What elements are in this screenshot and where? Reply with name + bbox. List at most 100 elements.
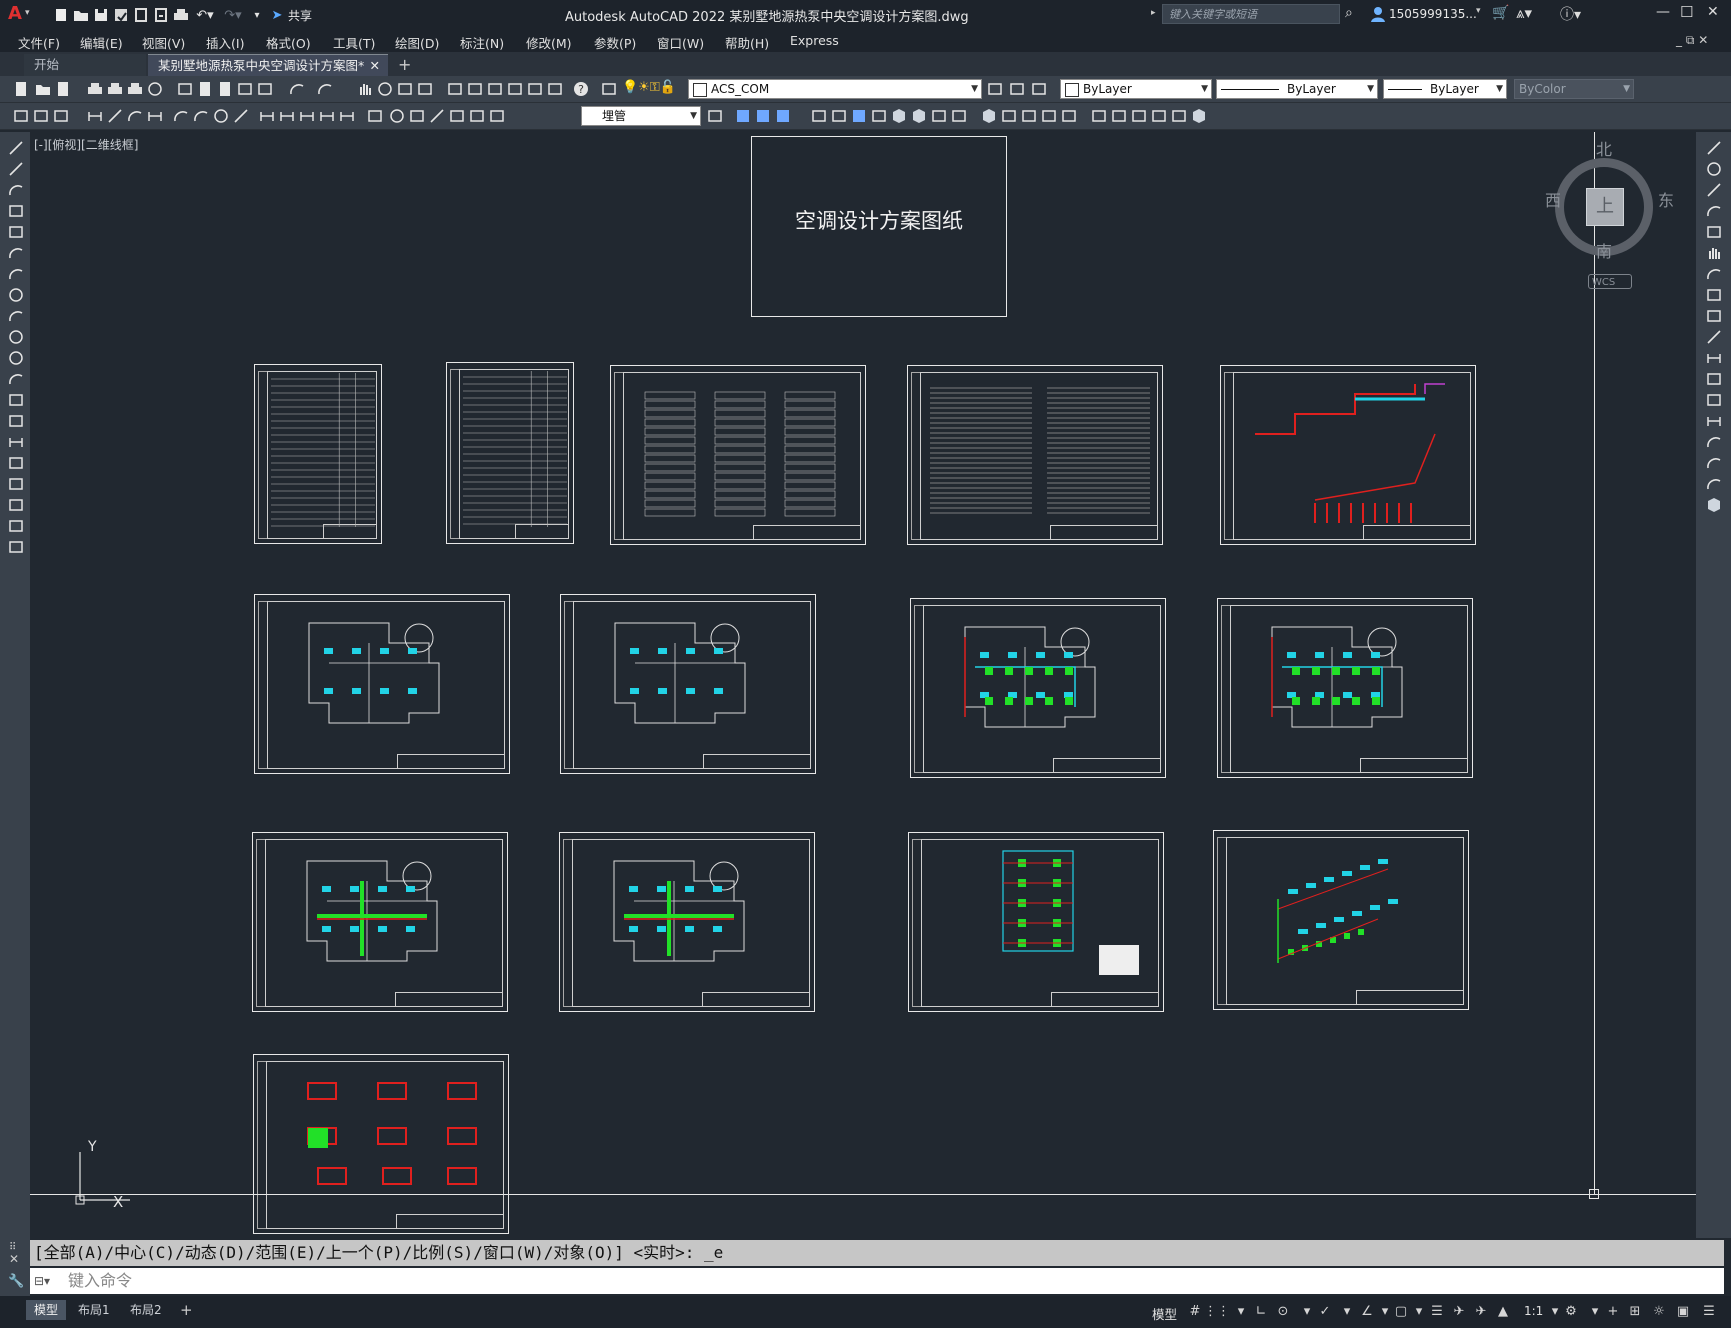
search-expand-icon[interactable]: ▸ <box>1151 8 1156 18</box>
cut-icon[interactable] <box>176 80 194 98</box>
open-icon[interactable] <box>34 80 52 98</box>
plotstyle-dropdown[interactable]: ByColor ▼ <box>1514 79 1634 99</box>
plot-preview-icon[interactable] <box>106 80 124 98</box>
menu-edit[interactable]: 编辑(E) <box>80 33 123 52</box>
draw-tool-3-icon[interactable] <box>8 203 24 219</box>
add-layout-button[interactable]: + <box>180 1301 193 1319</box>
close-button[interactable]: ✕ <box>1707 4 1719 20</box>
maximize-button[interactable]: ☐ <box>1680 3 1693 21</box>
menu-modify[interactable]: 修改(M) <box>526 33 572 52</box>
copy-clip-icon[interactable] <box>734 107 752 125</box>
dim-update-icon[interactable] <box>488 107 506 125</box>
minimize-button[interactable]: — <box>1656 4 1670 20</box>
sheet-set-icon[interactable] <box>506 80 524 98</box>
compass-north[interactable]: 北 <box>1596 136 1612 160</box>
drawing-sheet[interactable] <box>907 365 1163 545</box>
model-space-toggle[interactable]: 模型 <box>1152 1304 1177 1323</box>
plot-icon[interactable] <box>86 80 104 98</box>
publish-icon[interactable] <box>126 80 144 98</box>
draw-tool-18-icon[interactable] <box>8 518 24 534</box>
arc-length-icon[interactable] <box>126 107 144 125</box>
share-label[interactable]: 共享 <box>288 7 312 24</box>
properties-icon[interactable] <box>446 80 464 98</box>
tb-icon-j[interactable] <box>1000 107 1018 125</box>
tab-start[interactable]: 开始 <box>24 54 146 76</box>
draw-tool-4-icon[interactable] <box>8 224 24 240</box>
qnew-icon[interactable] <box>12 80 30 98</box>
menu-window[interactable]: 窗口(W) <box>657 33 704 52</box>
block-editor-icon[interactable] <box>256 80 274 98</box>
ordinate-dim-icon[interactable] <box>146 107 164 125</box>
layer-state-icons[interactable]: 💡☀⚿🔓 <box>622 80 676 95</box>
menu-draw[interactable]: 绘图(D) <box>395 33 439 52</box>
lineweight-dropdown[interactable]: ByLayer ▼ <box>1383 79 1507 99</box>
compass-east[interactable]: 东 <box>1658 187 1674 211</box>
modify-tool-5-icon[interactable] <box>1706 245 1722 261</box>
menu-file[interactable]: 文件(F) <box>18 33 60 52</box>
menu-express[interactable]: Express <box>790 33 839 48</box>
draw-tool-16-icon[interactable] <box>8 476 24 492</box>
redo-icon[interactable]: ↷▾ <box>220 6 246 24</box>
draw-tool-10-icon[interactable] <box>8 350 24 366</box>
save-as-icon[interactable] <box>112 6 130 24</box>
markup-icon[interactable] <box>526 80 544 98</box>
modify-tool-8-icon[interactable] <box>1706 308 1722 324</box>
save-file-icon[interactable] <box>54 80 72 98</box>
customize-wrench-icon[interactable]: 🔧 <box>8 1274 24 1289</box>
status-toggle-17-icon[interactable]: ⚙ <box>1562 1302 1580 1320</box>
status-toggle-5-icon[interactable]: ▾ <box>1298 1302 1316 1320</box>
modify-tool-9-icon[interactable] <box>1706 329 1722 345</box>
tb-icon-o[interactable] <box>1110 107 1128 125</box>
draw-tool-17-icon[interactable] <box>8 497 24 513</box>
tb-icon-s[interactable] <box>1190 107 1208 125</box>
wcs-menu[interactable]: WCS <box>1588 274 1632 289</box>
dim-space-icon[interactable] <box>318 107 336 125</box>
undo-tb-icon[interactable] <box>288 80 306 98</box>
layout-tab-model[interactable]: 模型 <box>26 1300 67 1320</box>
tab-close-icon[interactable]: ✕ <box>370 55 380 77</box>
status-toggle-1-icon[interactable]: ⋮⋮ <box>1204 1302 1230 1320</box>
drawing-sheet[interactable] <box>1220 365 1476 545</box>
modify-tool-10-icon[interactable] <box>1706 350 1722 366</box>
draw-tool-11-icon[interactable] <box>8 371 24 387</box>
command-line-handle[interactable]: ⠿ ✕ 🔧 <box>0 1238 30 1296</box>
tb-icon-f[interactable] <box>910 107 928 125</box>
modify-tool-17-icon[interactable] <box>1706 497 1722 513</box>
command-input[interactable]: ⊟▾ 键入命令 <box>30 1268 1724 1294</box>
status-toggle-7-icon[interactable]: ▾ <box>1338 1302 1356 1320</box>
tb-icon-m[interactable] <box>1060 107 1078 125</box>
status-toggle-3-icon[interactable]: ∟ <box>1252 1302 1270 1320</box>
modify-tool-16-icon[interactable] <box>1706 476 1722 492</box>
zoom-realtime-icon[interactable] <box>376 80 394 98</box>
radius-dim-icon[interactable] <box>172 107 190 125</box>
status-toggle-13-icon[interactable]: ✈ <box>1450 1302 1468 1320</box>
status-toggle-11-icon[interactable]: ▾ <box>1410 1302 1428 1320</box>
open-file-icon[interactable] <box>72 6 90 24</box>
plot-icon[interactable] <box>172 6 190 24</box>
tb-icon-c[interactable] <box>850 107 868 125</box>
status-toggle-21-icon[interactable]: ☼ <box>1650 1302 1668 1320</box>
compass-south[interactable]: 南 <box>1596 238 1612 262</box>
draw-tool-14-icon[interactable] <box>8 434 24 450</box>
modify-tool-14-icon[interactable] <box>1706 434 1722 450</box>
draw-tool-13-icon[interactable] <box>8 413 24 429</box>
draw-tool-1-icon[interactable] <box>8 161 24 177</box>
drawing-sheet[interactable] <box>446 362 574 544</box>
continue-dim-icon[interactable] <box>298 107 316 125</box>
drawing-sheet[interactable] <box>254 364 382 544</box>
viewcube-face[interactable]: 上 <box>1586 188 1624 226</box>
drawing-sheet[interactable] <box>1217 598 1473 778</box>
autodesk-a360-icon[interactable]: ⩓▾ <box>1516 4 1532 22</box>
viewport-controls-label[interactable]: [-][俯视][二维线框] <box>34 136 138 153</box>
tb-icon-k[interactable] <box>1020 107 1038 125</box>
undo-icon[interactable]: ↶▾ <box>192 6 218 24</box>
zoom-window-icon[interactable] <box>396 80 414 98</box>
modify-tool-0-icon[interactable] <box>1706 140 1722 156</box>
menu-dimension[interactable]: 标注(N) <box>460 33 504 52</box>
status-toggle-19-icon[interactable]: + <box>1604 1302 1622 1320</box>
draw-tool-0-icon[interactable] <box>8 140 24 156</box>
help-icon[interactable]: ⓘ▾ <box>1560 4 1581 24</box>
draw-tool-6-icon[interactable] <box>8 266 24 282</box>
center-mark-icon[interactable] <box>388 107 406 125</box>
recent-commands-icon[interactable]: ⊟▾ <box>34 1268 50 1294</box>
